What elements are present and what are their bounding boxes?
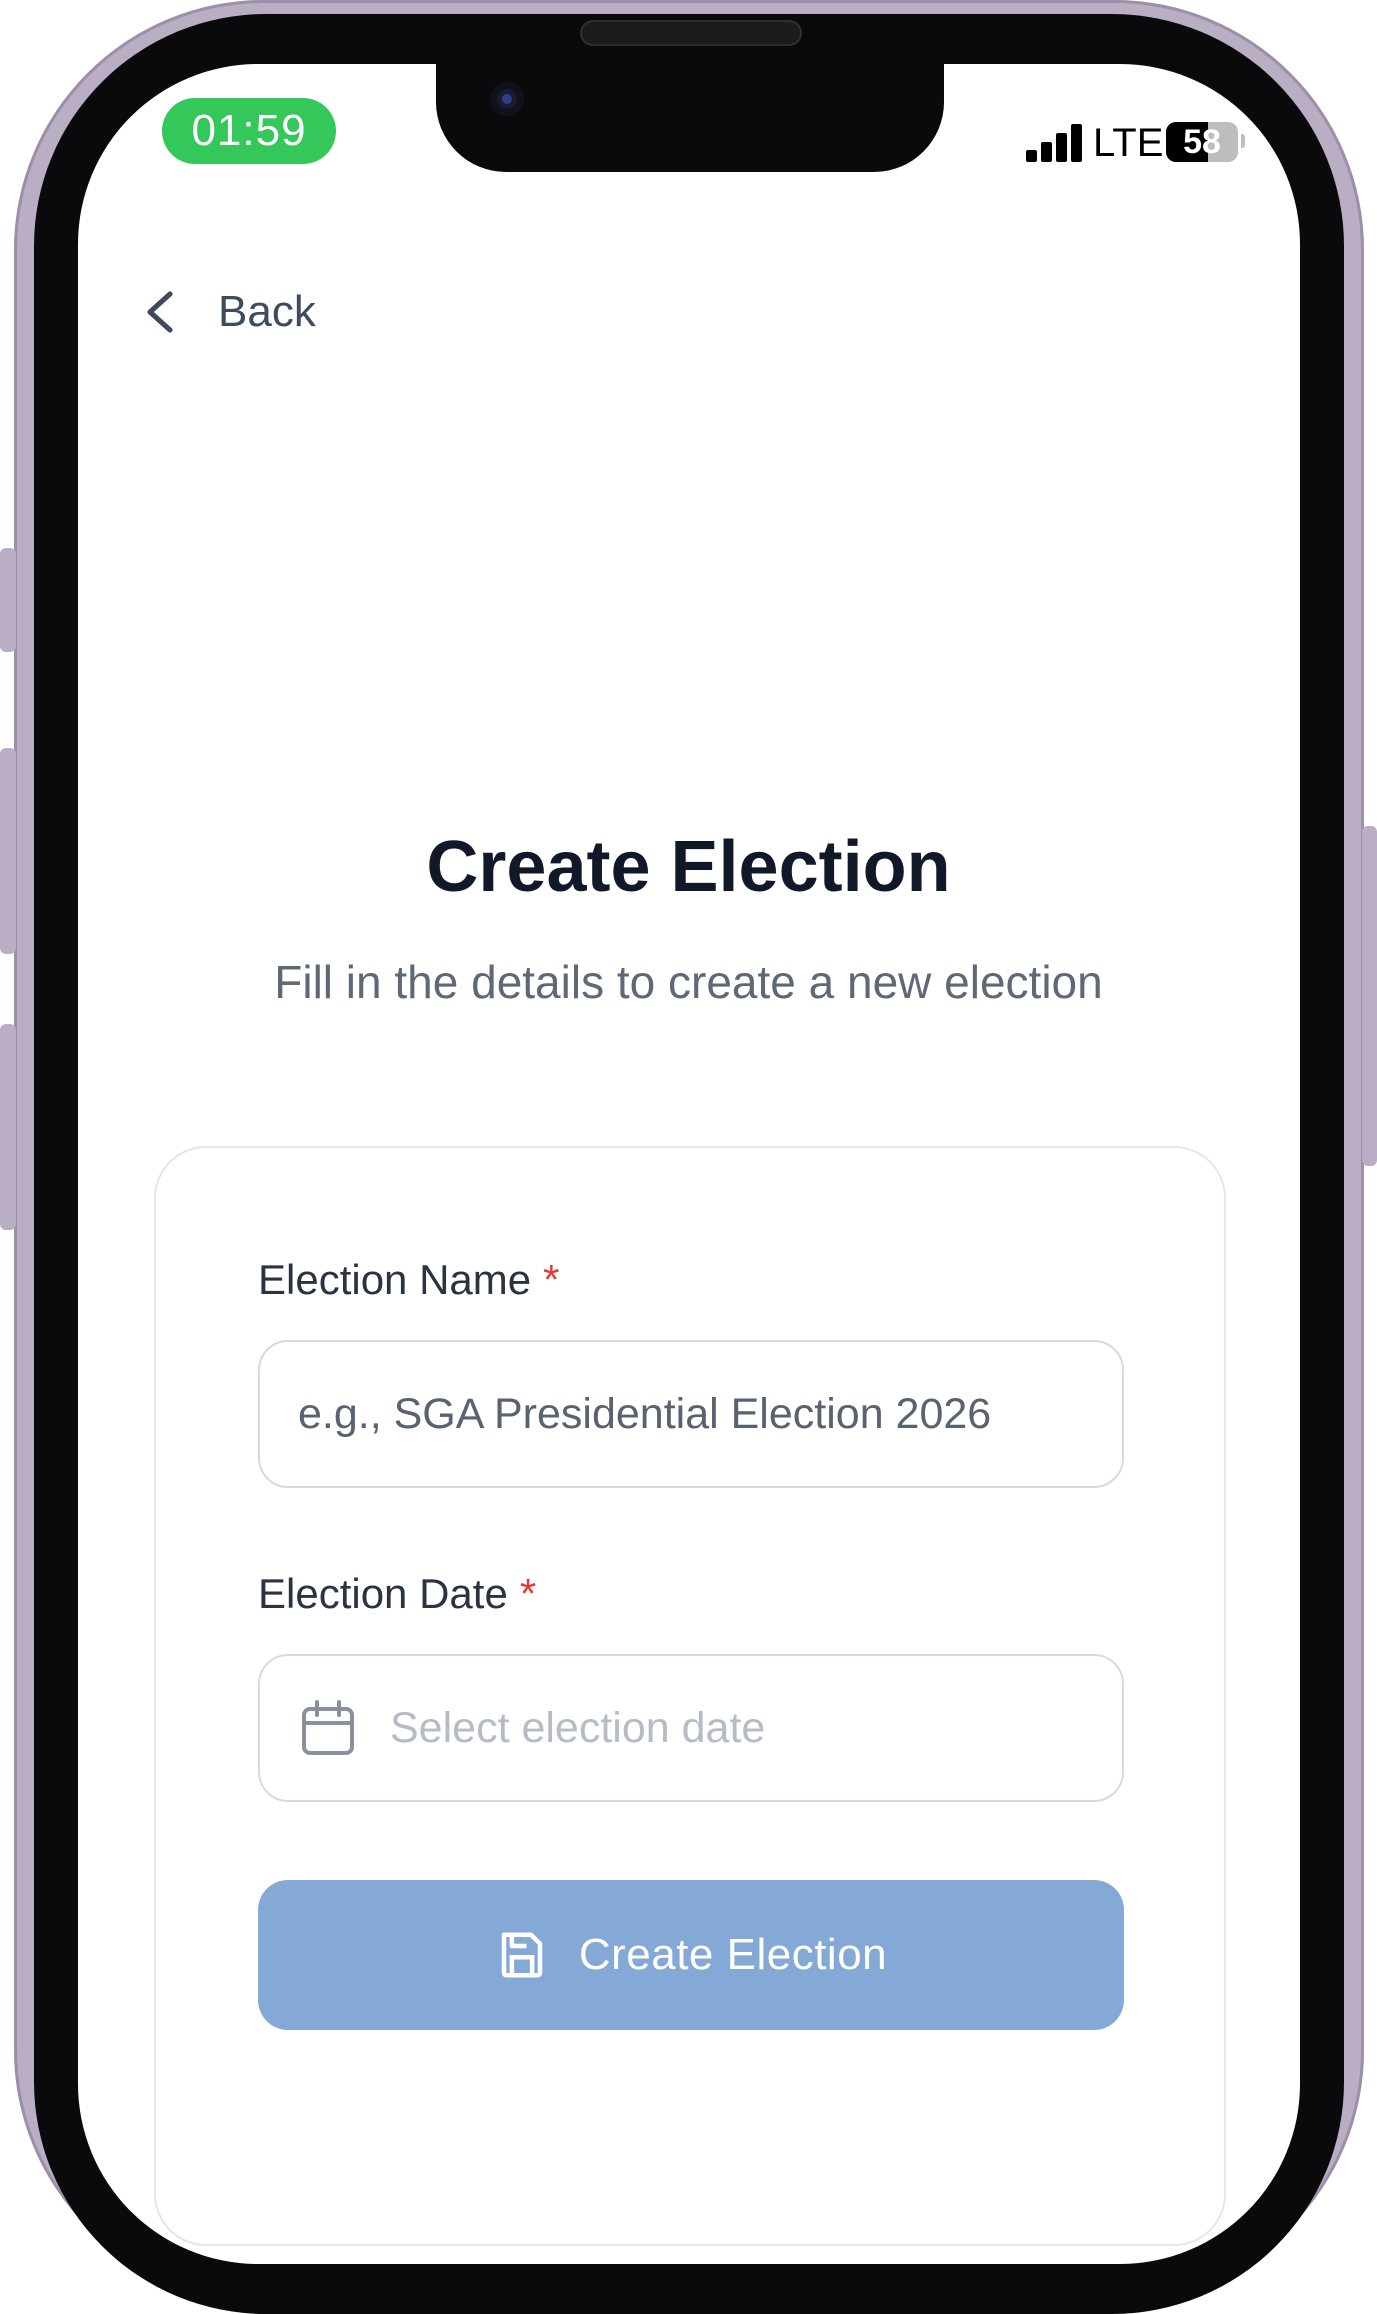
back-label: Back xyxy=(218,287,316,336)
status-time: 01:59 xyxy=(162,98,336,164)
back-button[interactable]: Back xyxy=(140,280,316,344)
cellular-signal-icon xyxy=(1026,122,1084,162)
create-election-button[interactable]: Create Election xyxy=(258,1880,1124,2030)
save-icon xyxy=(501,1932,543,1978)
page-title: Create Election xyxy=(426,827,951,907)
front-camera xyxy=(490,82,524,116)
notch xyxy=(436,64,944,172)
volume-down-button xyxy=(0,1024,16,1230)
battery-icon: 58 xyxy=(1166,122,1238,162)
battery-cap xyxy=(1241,134,1245,148)
election-date-label-text: Election Date xyxy=(258,1570,508,1617)
election-name-label: Election Name * xyxy=(258,1252,559,1308)
battery-level: 58 xyxy=(1183,123,1221,161)
network-type: LTE xyxy=(1093,121,1164,165)
election-date-picker[interactable]: Select election date xyxy=(258,1654,1124,1802)
page-subtitle: Fill in the details to create a new elec… xyxy=(274,956,1103,1008)
create-election-label: Create Election xyxy=(578,1930,888,1979)
election-name-placeholder: e.g., SGA Presidential Election 2026 xyxy=(298,1389,992,1438)
chevron-left-icon xyxy=(147,291,173,333)
mute-switch xyxy=(0,548,16,652)
election-date-placeholder: Select election date xyxy=(390,1703,766,1752)
calendar-icon xyxy=(302,1700,354,1755)
election-name-label-text: Election Name xyxy=(258,1256,532,1303)
speaker-grille xyxy=(580,20,802,46)
required-marker: * xyxy=(519,1570,537,1617)
required-marker: * xyxy=(543,1256,560,1303)
election-date-label: Election Date * xyxy=(258,1566,536,1622)
election-name-input[interactable]: e.g., SGA Presidential Election 2026 xyxy=(258,1340,1124,1488)
